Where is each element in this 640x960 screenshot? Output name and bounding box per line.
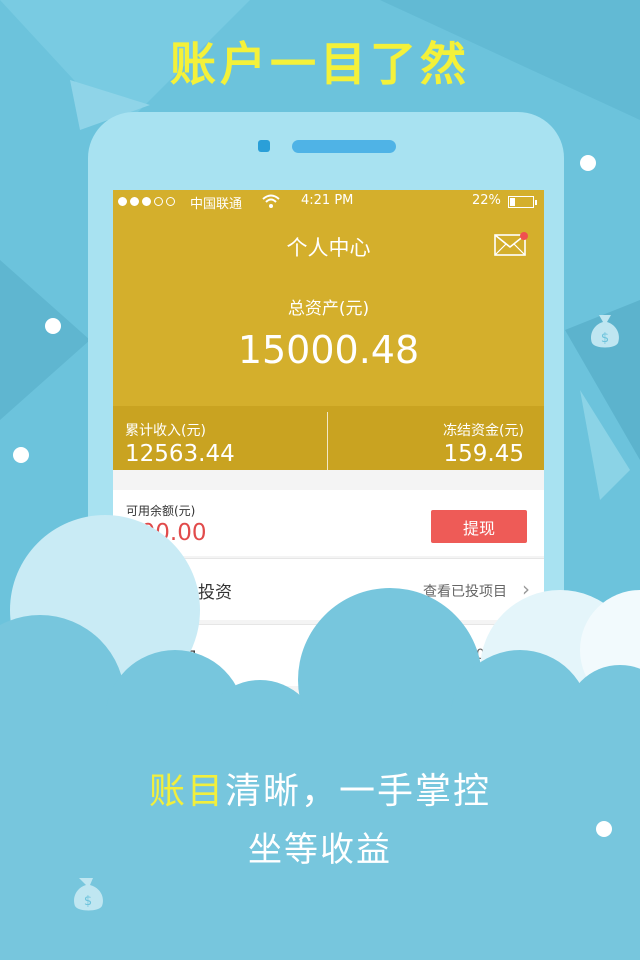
balance-card: 可用余额(元) 500.00 提现 (113, 490, 544, 556)
total-assets-value: 15000.48 (237, 328, 420, 372)
promo-sub-tagline: 坐等收益 (248, 830, 392, 870)
signal-dot (118, 197, 127, 206)
income-value: 12563.44 (125, 441, 235, 467)
promo-tagline: 账目清晰，一手掌控 (0, 762, 640, 814)
signal-dot (142, 197, 151, 206)
wifi-icon (262, 194, 280, 208)
menu-item-title: 记录 (164, 649, 198, 669)
menu-item-link[interactable]: 查看已投项目 (423, 581, 507, 601)
tagline-highlight: 账目 (148, 771, 225, 812)
summary-divider (327, 412, 328, 470)
signal-dot (166, 197, 175, 206)
phone-camera (258, 140, 270, 152)
menu-item-link[interactable]: 000.00 (458, 647, 507, 663)
money-bag-icon: $ (591, 315, 619, 348)
available-balance-label: 可用余额(元) (126, 504, 196, 518)
battery-nub (535, 200, 537, 205)
notification-dot (520, 232, 528, 240)
menu-item-title: 我的投资 (164, 583, 232, 603)
promo-headline: 账户一目了然 (170, 37, 470, 91)
document-icon (128, 578, 146, 602)
signal-dots (118, 197, 175, 206)
signal-dot (154, 197, 163, 206)
chevron-right-icon: › (522, 643, 530, 667)
battery-percent: 22% (472, 193, 501, 208)
svg-text:$: $ (84, 894, 92, 909)
status-bar: 中国联通 4:21 PM 22% (113, 190, 544, 214)
withdraw-button[interactable]: 提现 (431, 510, 527, 543)
phone-speaker (292, 140, 396, 153)
menu-item-records[interactable]: 记录 000.00 › (113, 624, 544, 686)
menu-item-investments[interactable]: 我的投资 查看已投项目 › (113, 558, 544, 620)
svg-text:$: $ (601, 331, 609, 346)
carrier-name: 中国联通 (190, 197, 243, 212)
white-dot (45, 318, 61, 334)
tagline-rest: 清晰，一手掌控 (225, 771, 492, 812)
signal-dot (130, 197, 139, 206)
document-icon (128, 644, 146, 668)
app-screen: 中国联通 4:21 PM 22% 个人中心 总资产(元) 15000.48 累计… (113, 190, 544, 750)
page-title: 个人中心 (286, 236, 371, 260)
frozen-funds-value: 159.45 (443, 441, 524, 467)
status-time: 4:21 PM (301, 193, 354, 208)
available-balance-value: 500.00 (126, 520, 207, 546)
total-assets-label: 总资产(元) (287, 299, 370, 319)
battery-fill (510, 198, 515, 206)
white-dot (13, 447, 29, 463)
battery-icon (508, 196, 537, 208)
white-dot (580, 155, 596, 171)
income-label: 累计收入(元) (125, 423, 206, 439)
chevron-right-icon: › (522, 577, 530, 601)
frozen-funds-label: 冻结资金(元) (443, 423, 524, 439)
money-bag-icon: $ (74, 878, 103, 911)
